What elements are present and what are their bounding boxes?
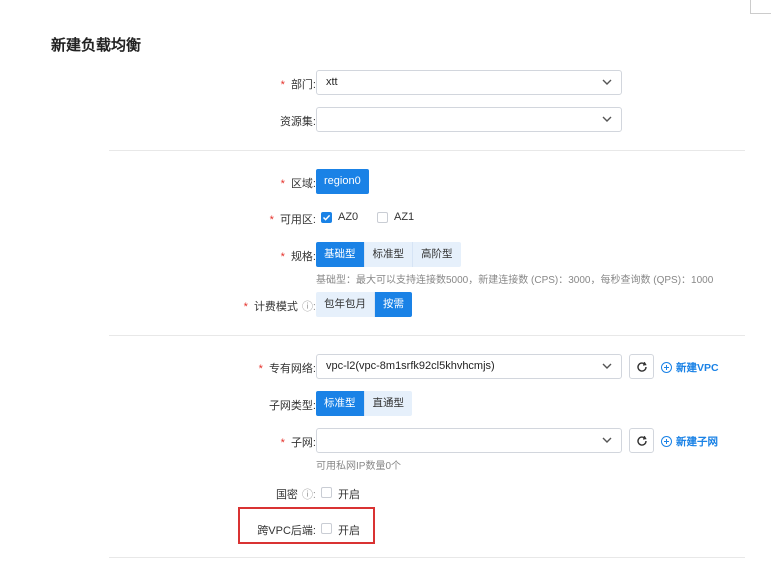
gm-checkbox[interactable] (321, 487, 332, 498)
cross-vpc-row: 跨VPC后端: 开启 (0, 521, 771, 537)
required-mark: * (280, 437, 285, 449)
availability-zone-label: * 可用区: (269, 214, 316, 226)
subnet-label: * 子网: (280, 437, 316, 449)
section-divider (109, 335, 745, 336)
plus-circle-icon (661, 362, 672, 373)
subnet-type-label: 子网类型: (268, 400, 316, 412)
help-icon[interactable]: ⓘ: (302, 301, 316, 313)
highlight-box (238, 507, 375, 544)
region-button[interactable]: region0 (316, 169, 369, 194)
new-subnet-link[interactable]: 新建子网 (661, 434, 718, 449)
section-divider (109, 150, 745, 151)
spec-option-basic[interactable]: 基础型 (316, 242, 365, 267)
subnet-type-option-direct[interactable]: 直通型 (364, 391, 412, 416)
vpc-label: * 专有网络: (258, 363, 316, 375)
billing-option-on-demand[interactable]: 按需 (375, 292, 412, 317)
subnet-type-row: 子网类型: 标准型 直通型 (0, 391, 771, 416)
required-mark: * (280, 79, 285, 91)
az1-label: AZ1 (394, 211, 415, 223)
page-title: 新建负载均衡 (51, 37, 142, 54)
required-mark: * (269, 214, 274, 226)
region-label: * 区域: (280, 178, 316, 190)
department-select[interactable]: xtt (316, 70, 622, 95)
region-row: * 区域: region0 (0, 169, 771, 194)
chevron-down-icon (602, 116, 612, 122)
gm-option-label: 开启 (338, 489, 360, 501)
az0-label: AZ0 (338, 211, 359, 223)
new-vpc-link[interactable]: 新建VPC (661, 360, 719, 375)
department-row: * 部门: xtt (0, 70, 771, 95)
required-mark: * (280, 251, 285, 263)
spec-label: * 规格: (280, 251, 316, 263)
subnet-select[interactable] (316, 428, 622, 453)
subnet-type-option-standard[interactable]: 标准型 (316, 391, 365, 416)
subnet-type-segmented: 标准型 直通型 (316, 391, 412, 416)
subnet-hint: 可用私网IP数量0个 (316, 461, 402, 472)
gm-label: 国密 ⓘ: (275, 489, 316, 501)
billing-segmented: 包年包月 按需 (316, 292, 412, 317)
az0-checkbox[interactable] (321, 212, 332, 223)
spec-row: * 规格: 基础型 标准型 高阶型 基础型：最大可以支持连接数5000，新建连接数… (0, 242, 771, 288)
resource-set-row: 资源集: (0, 107, 771, 132)
chevron-down-icon (602, 363, 612, 369)
check-icon (322, 214, 331, 221)
vpc-select[interactable]: vpc-l2(vpc-8m1srfk92cl5khvhcmjs) (316, 354, 622, 379)
help-icon[interactable]: ⓘ: (302, 489, 316, 501)
resource-set-select[interactable] (316, 107, 622, 132)
subnet-refresh-button[interactable] (629, 428, 654, 453)
resource-set-label: 资源集: (279, 116, 316, 128)
subnet-row: * 子网: 新建子网 可用私网IP数量0个 (0, 428, 771, 472)
billing-label: * 计费模式 ⓘ: (243, 301, 316, 313)
chevron-down-icon (602, 437, 612, 443)
spec-option-advanced[interactable]: 高阶型 (413, 242, 461, 267)
billing-row: * 计费模式 ⓘ: 包年包月 按需 (0, 292, 771, 317)
vpc-row: * 专有网络: vpc-l2(vpc-8m1srfk92cl5khvhcmjs) … (0, 354, 771, 379)
spec-hint: 基础型：最大可以支持连接数5000，新建连接数 (CPS)：3000，每秒查询数… (316, 275, 714, 286)
spec-option-standard[interactable]: 标准型 (364, 242, 413, 267)
vpc-refresh-button[interactable] (629, 354, 654, 379)
chevron-down-icon (602, 79, 612, 85)
section-divider (109, 557, 745, 558)
refresh-icon (637, 435, 647, 446)
required-mark: * (280, 178, 285, 190)
billing-option-yearly[interactable]: 包年包月 (316, 292, 375, 317)
az1-checkbox[interactable] (377, 212, 388, 223)
refresh-icon (637, 361, 647, 372)
spec-segmented: 基础型 标准型 高阶型 (316, 242, 461, 267)
window-corner-box (750, 0, 771, 14)
gm-row: 国密 ⓘ: 开启 (0, 485, 771, 501)
availability-zone-row: * 可用区: AZ0 AZ1 (0, 210, 771, 226)
plus-circle-icon (661, 436, 672, 447)
department-label: * 部门: (280, 79, 316, 91)
required-mark: * (258, 363, 263, 375)
required-mark: * (243, 301, 248, 313)
